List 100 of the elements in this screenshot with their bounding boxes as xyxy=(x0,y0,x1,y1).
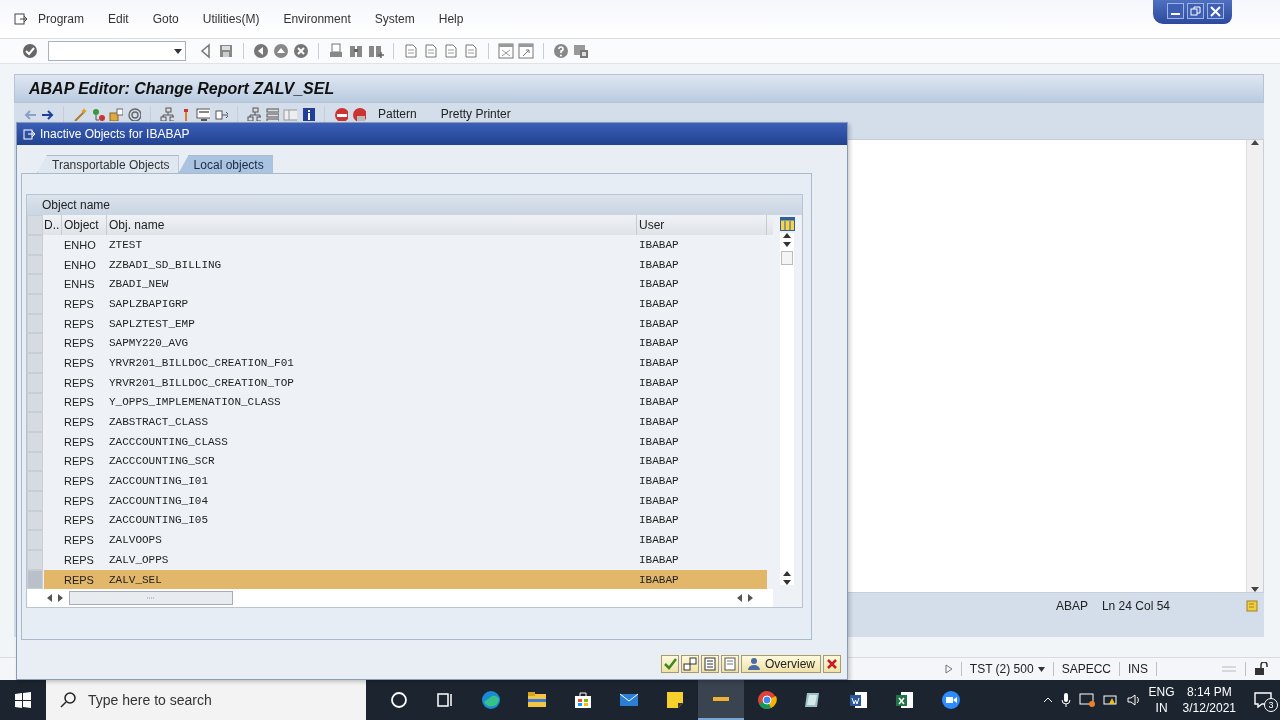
monitor-settings-icon[interactable] xyxy=(573,43,589,59)
hierarchy-icon[interactable] xyxy=(247,107,261,121)
menu-item[interactable]: Edit xyxy=(108,10,129,28)
menu-item[interactable]: Environment xyxy=(283,10,351,28)
cortana-icon[interactable] xyxy=(389,690,409,710)
info-icon[interactable] xyxy=(301,107,315,121)
video-call-icon[interactable] xyxy=(941,690,961,710)
monitor-icon[interactable] xyxy=(196,107,210,121)
toolbar-button[interactable]: Pattern xyxy=(378,107,417,121)
task-view-icon[interactable] xyxy=(435,690,455,710)
cancel-icon xyxy=(825,657,839,671)
hierarchy-icon[interactable] xyxy=(160,107,174,121)
search-bar[interactable]: Type here to search xyxy=(46,680,366,720)
scroll-down-icon[interactable] xyxy=(1251,587,1259,592)
restore-icon[interactable] xyxy=(1188,4,1203,18)
spiral-icon[interactable] xyxy=(127,107,141,121)
scroll-up-icon[interactable] xyxy=(783,233,791,238)
screen-icon[interactable] xyxy=(1078,692,1095,708)
column-settings-icon[interactable] xyxy=(779,217,795,231)
table-cell-text: ZACCCOUNTING_CLASS xyxy=(108,434,229,450)
objects-button[interactable] xyxy=(681,655,699,673)
menu-item[interactable]: Help xyxy=(438,10,464,28)
printer-icon[interactable] xyxy=(328,43,344,59)
column-header[interactable]: Obj. name xyxy=(107,215,637,235)
toolbar-button[interactable]: Pretty Printer xyxy=(440,107,511,121)
page-icon[interactable] xyxy=(403,43,419,59)
store-bag-icon[interactable] xyxy=(573,690,593,710)
speaker-icon[interactable] xyxy=(1126,693,1141,707)
save-icon[interactable] xyxy=(218,43,234,59)
horizontal-scrollbar[interactable] xyxy=(27,589,773,608)
lock-icon[interactable] xyxy=(1254,662,1268,676)
microphone-icon[interactable] xyxy=(1060,692,1071,708)
column-header[interactable]: Object xyxy=(62,215,107,235)
up-circle-icon[interactable] xyxy=(273,43,289,59)
chrome-icon[interactable] xyxy=(757,690,777,710)
overview-button[interactable]: Overview xyxy=(741,655,821,673)
right-arrow-icon[interactable] xyxy=(40,107,54,121)
command-field[interactable] xyxy=(48,41,186,61)
screen-title: ABAP Editor: Change Report ZALV_SEL xyxy=(29,79,335,98)
word-app-icon[interactable] xyxy=(849,690,869,710)
cancel-circle-icon[interactable] xyxy=(293,43,309,59)
scroll-right-icon[interactable] xyxy=(748,594,753,603)
back-circle-icon[interactable] xyxy=(253,43,269,59)
menu-item[interactable]: System xyxy=(374,10,415,28)
expand-triangle-icon[interactable] xyxy=(944,664,953,674)
scrollbar[interactable] xyxy=(780,233,794,585)
excel-app-icon[interactable] xyxy=(895,690,915,710)
binoculars-icon[interactable] xyxy=(348,43,364,59)
scroll-left-icon[interactable] xyxy=(47,594,52,603)
column-header[interactable]: User xyxy=(637,215,767,235)
browser-icon[interactable] xyxy=(481,690,501,710)
scroll-right-icon[interactable] xyxy=(58,594,63,603)
sticky-note-icon[interactable] xyxy=(665,690,685,710)
clock-date[interactable]: 3/12/2021 xyxy=(1182,700,1236,716)
arrows-icon[interactable] xyxy=(214,107,228,121)
dropdown-icon[interactable] xyxy=(174,48,182,54)
page-icon[interactable] xyxy=(443,43,459,59)
binoculars-plus-icon[interactable] xyxy=(368,43,384,59)
menu-item[interactable]: Goto xyxy=(152,10,179,28)
sap-menu-icon[interactable] xyxy=(14,13,28,25)
folder-icon[interactable] xyxy=(527,690,547,710)
stop-icon[interactable] xyxy=(334,107,348,121)
page-icon[interactable] xyxy=(423,43,439,59)
windows-logo-icon[interactable] xyxy=(15,692,31,708)
checkmark-button[interactable] xyxy=(661,655,679,673)
menu-item[interactable]: Utilities(M) xyxy=(202,10,260,28)
chevron-up-icon[interactable] xyxy=(1042,697,1053,703)
notification-icon[interactable] xyxy=(1254,692,1272,708)
region-label[interactable]: IN xyxy=(1155,700,1168,716)
taskbar-app[interactable] xyxy=(698,680,744,720)
column-header[interactable]: D.. xyxy=(44,215,62,235)
scroll-down-icon[interactable] xyxy=(783,242,791,247)
language-label[interactable]: ENG xyxy=(1148,684,1175,700)
dropdown-icon[interactable] xyxy=(1037,666,1045,672)
search-input[interactable]: Type here to search xyxy=(86,691,350,709)
close-icon[interactable] xyxy=(1208,4,1223,18)
check-icon[interactable] xyxy=(22,43,38,59)
scroll-left-icon[interactable] xyxy=(737,594,742,603)
document-button[interactable] xyxy=(721,655,739,673)
stack-icon[interactable] xyxy=(265,107,279,121)
system-label[interactable]: TST (2) 500 xyxy=(969,662,1034,676)
page-icon[interactable] xyxy=(463,43,479,59)
layout-icon[interactable] xyxy=(498,43,514,59)
scroll-up-icon[interactable] xyxy=(783,571,791,576)
scroll-up-icon[interactable] xyxy=(1251,140,1259,145)
scroll-thumb[interactable] xyxy=(781,251,793,265)
clock-time[interactable]: 8:14 PM xyxy=(1186,684,1232,700)
table-cell-text: IBABAP xyxy=(638,395,680,411)
scrollbar[interactable] xyxy=(1246,140,1263,592)
menu-item[interactable]: Program xyxy=(38,10,84,28)
tab[interactable]: Local objects xyxy=(178,155,273,173)
objects-icon[interactable] xyxy=(91,107,105,121)
tab[interactable]: Transportable Objects xyxy=(37,155,179,173)
cancel-button[interactable] xyxy=(823,655,841,673)
list-button[interactable] xyxy=(701,655,719,673)
dialog-menu-icon[interactable] xyxy=(23,128,36,140)
wand-icon[interactable] xyxy=(73,107,87,121)
help-icon[interactable] xyxy=(553,43,569,59)
scroll-down-icon[interactable] xyxy=(783,580,791,585)
table-cell: ZALV_SEL xyxy=(107,569,637,590)
